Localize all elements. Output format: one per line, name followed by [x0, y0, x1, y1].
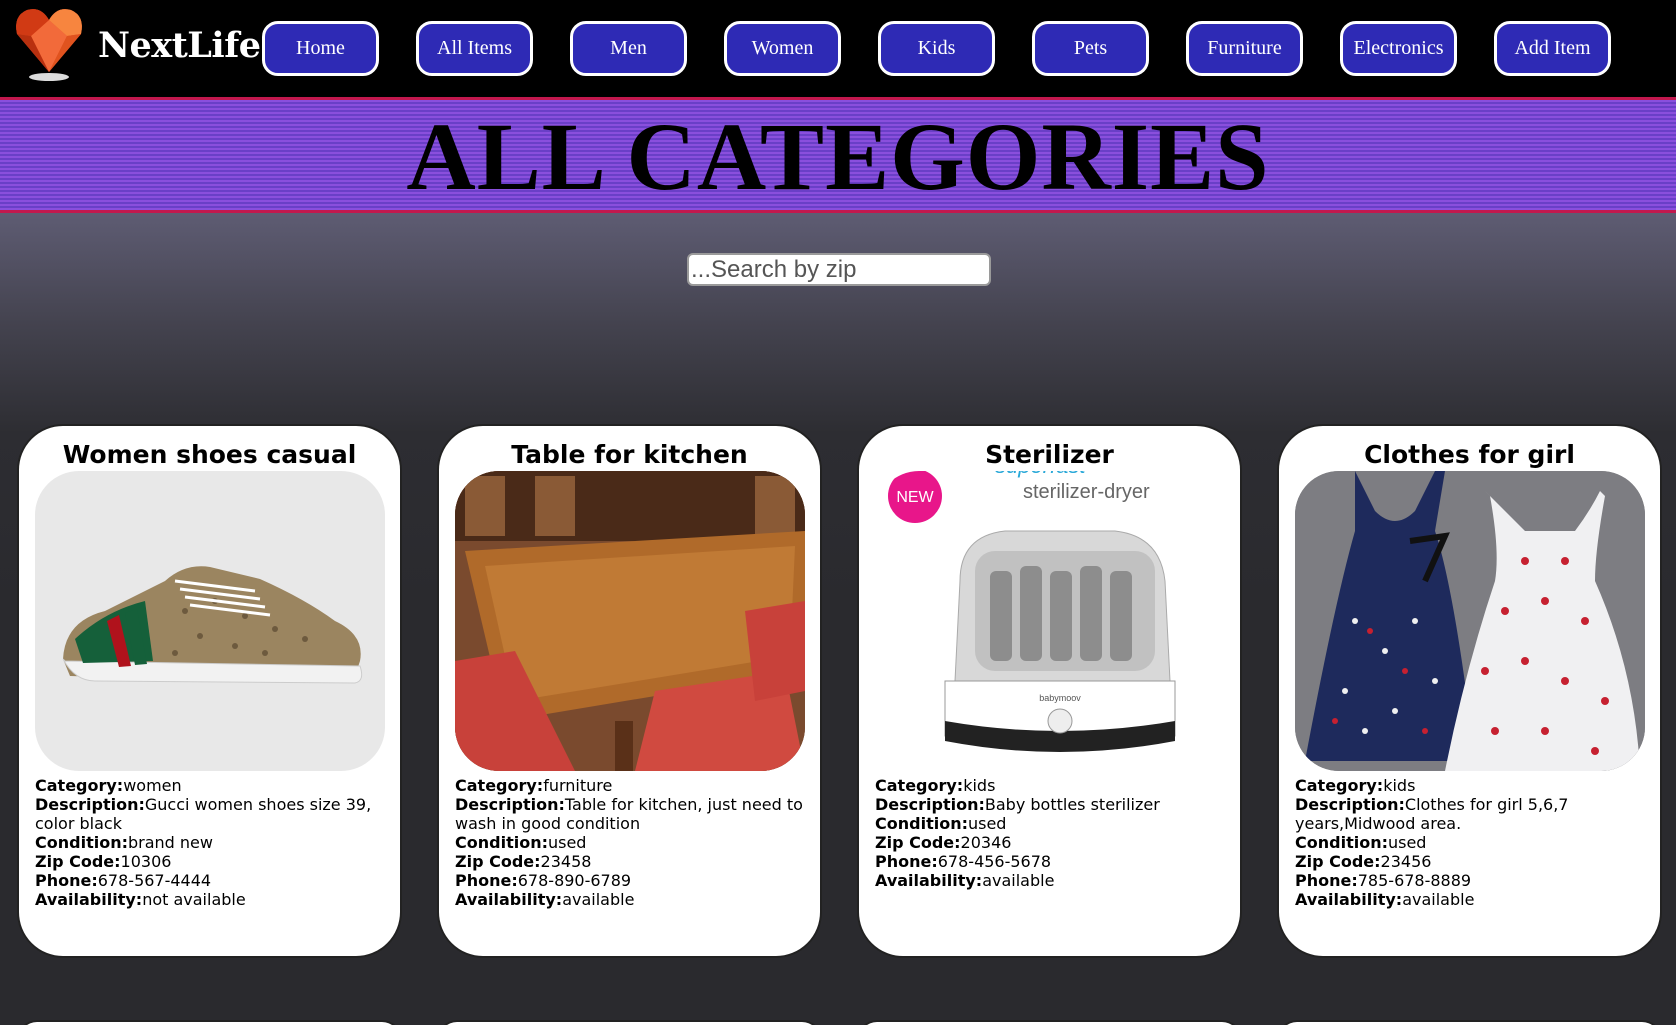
item-title: Sterilizer — [985, 440, 1114, 469]
item-condition: used — [1387, 833, 1427, 852]
item-zip: 10306 — [120, 852, 172, 871]
item-details: Category:women Description:Gucci women s… — [35, 776, 372, 909]
item-availability: available — [562, 890, 635, 909]
item-card[interactable]: Clothes for girl Category:kids Descripti… — [1277, 424, 1662, 958]
heart-gem-icon[interactable] — [13, 6, 85, 82]
nav-men-button[interactable]: Men — [570, 21, 687, 76]
svg-text:NEW: NEW — [896, 489, 934, 506]
wooden-table-image — [455, 471, 805, 771]
item-phone: 785-678-8889 — [1357, 871, 1472, 890]
svg-text:sterilizer-dryer: sterilizer-dryer — [1023, 481, 1150, 503]
item-condition: brand new — [127, 833, 213, 852]
item-card-next-row[interactable] — [17, 1020, 402, 1025]
item-condition: used — [967, 814, 1007, 833]
item-card-next-row[interactable] — [437, 1020, 822, 1025]
item-phone: 678-456-5678 — [937, 852, 1052, 871]
item-phone: 678-567-4444 — [97, 871, 212, 890]
item-title: Clothes for girl — [1364, 440, 1575, 469]
nav-women-button[interactable]: Women — [724, 21, 841, 76]
item-availability: available — [982, 871, 1055, 890]
nav-pets-button[interactable]: Pets — [1032, 21, 1149, 76]
nav-kids-button[interactable]: Kids — [878, 21, 995, 76]
nav-electronics-button[interactable]: Electronics — [1340, 21, 1457, 76]
item-condition: used — [547, 833, 587, 852]
item-card[interactable]: Women shoes casual Category:women Descri… — [17, 424, 402, 958]
item-category: kids — [1383, 776, 1416, 795]
page-title: ALL CATEGORIES — [406, 103, 1270, 210]
item-details: Category:kids Description:Baby bottles s… — [875, 776, 1160, 890]
item-zip: 23458 — [540, 852, 592, 871]
item-description: Baby bottles sterilizer — [984, 795, 1160, 814]
sterilizer-image: NEW superfast sterilizer-dryer babymoov — [875, 471, 1225, 771]
item-card-next-row[interactable] — [857, 1020, 1242, 1025]
nav-home-button[interactable]: Home — [262, 21, 379, 76]
item-card[interactable]: Table for kitchen Category:furniture Des… — [437, 424, 822, 958]
svg-text:babymoov: babymoov — [1039, 693, 1081, 703]
page-banner: ALL CATEGORIES — [0, 97, 1676, 213]
item-category: furniture — [543, 776, 613, 795]
item-title: Women shoes casual — [62, 440, 357, 469]
item-details: Category:kids Description:Clothes for gi… — [1295, 776, 1569, 909]
item-category: kids — [963, 776, 996, 795]
item-title: Table for kitchen — [511, 440, 748, 469]
svg-text:superfast: superfast — [995, 471, 1086, 478]
zip-search-input[interactable] — [687, 253, 991, 286]
navbar: NextLife Home All Items Men Women Kids P… — [0, 0, 1676, 97]
item-card[interactable]: Sterilizer NEW superfast sterilizer-drye… — [857, 424, 1242, 958]
item-phone: 678-890-6789 — [517, 871, 632, 890]
item-availability: available — [1402, 890, 1475, 909]
sneaker-image — [35, 471, 385, 771]
item-details: Category:furniture Description:Table for… — [455, 776, 803, 909]
item-zip: 23456 — [1380, 852, 1432, 871]
nav-all-items-button[interactable]: All Items — [416, 21, 533, 76]
item-zip: 20346 — [960, 833, 1012, 852]
nav-add-item-button[interactable]: Add Item — [1494, 21, 1611, 76]
nav-furniture-button[interactable]: Furniture — [1186, 21, 1303, 76]
item-card-next-row[interactable] — [1277, 1020, 1662, 1025]
girl-dresses-image — [1295, 471, 1645, 771]
item-availability: not available — [142, 890, 246, 909]
item-category: women — [123, 776, 182, 795]
brand-name[interactable]: NextLife — [98, 25, 261, 66]
